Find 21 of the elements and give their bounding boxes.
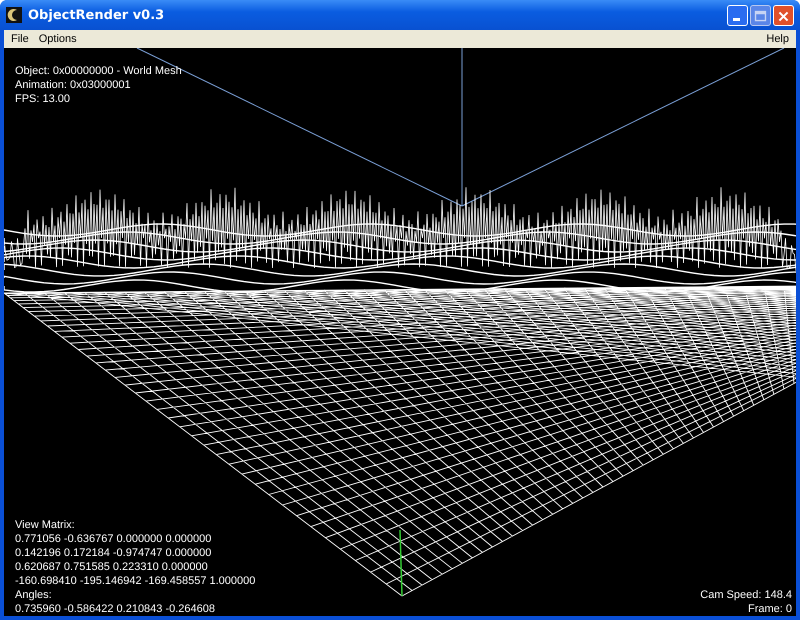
crescent-icon	[6, 7, 22, 23]
info-text: Frame: 0	[746, 602, 792, 616]
maximize-button[interactable]	[750, 4, 771, 26]
window-title: ObjectRender v0.3	[28, 8, 164, 22]
info-text: 0.620687 0.751585 0.223310 0.000000	[15, 560, 209, 574]
info-text: 0.142196 0.172184 -0.974747 0.000000	[15, 546, 212, 560]
menu-item[interactable]: Help	[761, 33, 794, 45]
info-text: FPS: 13.00	[15, 92, 72, 106]
menu-item[interactable]: File	[6, 33, 34, 45]
info-text: Animation: 0x03000001	[15, 78, 132, 92]
info-text: -160.698410 -195.146942 -169.458557 1.000000	[15, 574, 256, 588]
info-text: View Matrix:	[15, 518, 76, 532]
info-text: Angles:	[15, 588, 53, 602]
info-text: 0.735960 -0.586422 0.210843 -0.264608	[15, 602, 216, 616]
minimize-button[interactable]	[727, 4, 748, 26]
info-text: Object: 0x00000000 - World Mesh	[15, 64, 182, 78]
info-text: 0.771056 -0.636767 0.000000 0.000000	[15, 532, 212, 546]
minimize-icon	[733, 18, 740, 20]
info-text: Cam Speed: 148.4	[700, 588, 792, 602]
close-button[interactable]	[773, 4, 794, 26]
menu-item[interactable]: Options	[34, 33, 82, 45]
